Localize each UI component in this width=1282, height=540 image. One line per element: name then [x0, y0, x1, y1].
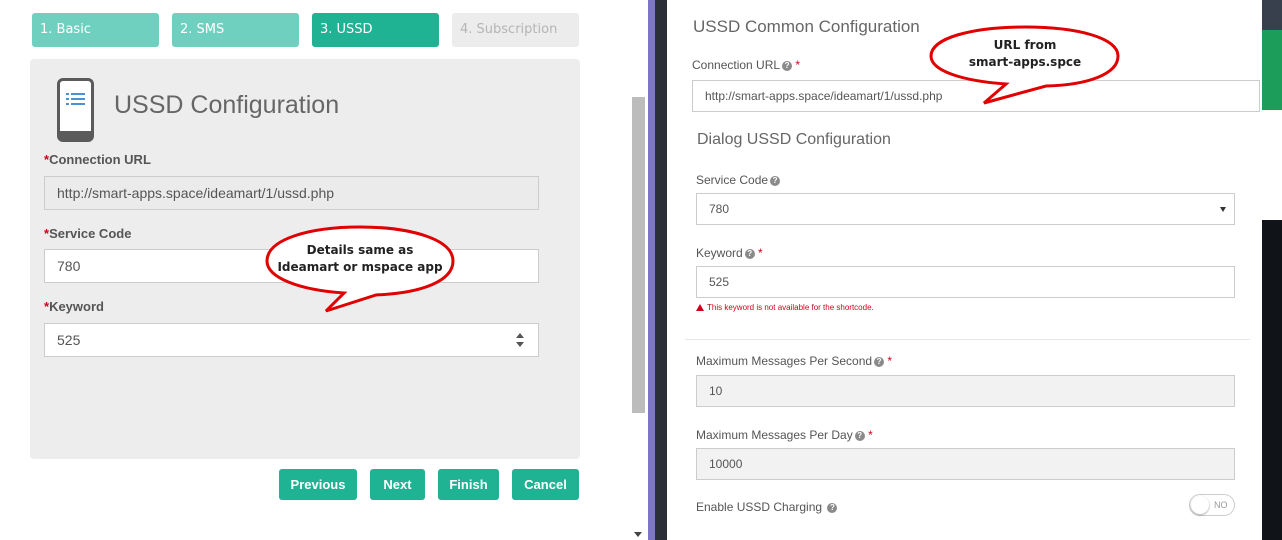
step-sms[interactable]: 2. SMS: [172, 13, 299, 47]
connection-url-input[interactable]: http://smart-apps.space/ideamart/1/ussd.…: [44, 176, 539, 210]
modal-connection-url-label: Connection URL? *: [692, 58, 801, 72]
card-title: USSD Configuration: [114, 91, 340, 119]
service-code-label: *Service Code: [44, 226, 132, 241]
step-basic[interactable]: 1. Basic: [32, 13, 159, 47]
callout-url-line2: smart-apps.spce: [968, 55, 1082, 69]
help-circle-icon[interactable]: ?: [770, 176, 781, 186]
toggle-knob: [1191, 496, 1209, 514]
number-spinner-icon[interactable]: [515, 333, 524, 347]
ussd-charging-toggle[interactable]: NO: [1189, 494, 1235, 516]
previous-button[interactable]: Previous: [279, 469, 357, 500]
background-app-right: [1262, 0, 1282, 540]
mobile-list-icon: [57, 78, 94, 142]
modal-keyword-label: Keyword? *: [696, 246, 763, 260]
step-ussd[interactable]: 3. USSD: [312, 13, 439, 47]
ussd-config-modal: USSD Common Configuration Connection URL…: [667, 0, 1262, 540]
max-per-second-label: Maximum Messages Per Second? *: [696, 354, 893, 368]
warning-triangle-icon: [696, 304, 704, 311]
dialog-config-title: Dialog USSD Configuration: [697, 131, 891, 148]
callout-details-line2: Ideamart or mspace app: [277, 260, 443, 274]
max-per-day-input[interactable]: 10000: [696, 448, 1235, 480]
connection-url-label: *Connection URL: [44, 152, 151, 167]
help-circle-icon[interactable]: ?: [782, 61, 793, 71]
callout-url: URL from smart-apps.spce: [928, 24, 1122, 106]
next-button[interactable]: Next: [370, 469, 425, 500]
help-circle-icon[interactable]: ?: [874, 357, 885, 367]
wizard-panel: 1. Basic 2. SMS 3. USSD 4. Subscription …: [0, 0, 606, 540]
help-circle-icon[interactable]: ?: [827, 503, 838, 513]
cancel-button[interactable]: Cancel: [512, 469, 579, 500]
finish-button[interactable]: Finish: [438, 469, 499, 500]
step-subscription[interactable]: 4. Subscription: [452, 13, 579, 47]
help-circle-icon[interactable]: ?: [854, 431, 865, 441]
help-circle-icon[interactable]: ?: [744, 249, 755, 259]
service-code-selected: 780: [709, 202, 730, 216]
modal-keyword-input[interactable]: 525: [696, 266, 1235, 298]
modal-service-code-select[interactable]: 780: [696, 193, 1235, 225]
keyword-error: This keyword is not available for the sh…: [696, 303, 874, 312]
scroll-down-arrow-icon[interactable]: [634, 532, 642, 537]
callout-details: Details same as Ideamart or mspace app: [264, 224, 456, 316]
max-per-second-input[interactable]: 10: [696, 375, 1235, 407]
modal-service-code-label: Service Code?: [696, 173, 781, 187]
callout-details-line1: Details same as: [306, 243, 414, 257]
max-per-day-label: Maximum Messages Per Day? *: [696, 428, 873, 442]
callout-url-line1: URL from: [993, 38, 1057, 52]
section-divider: [685, 339, 1250, 340]
divider-bar: [648, 0, 655, 540]
keyword-input[interactable]: 525: [44, 323, 539, 357]
keyword-value: 525: [57, 332, 81, 348]
chevron-down-icon: [1220, 207, 1226, 212]
keyword-label: *Keyword: [44, 299, 104, 314]
page-scrollbar[interactable]: [632, 97, 645, 413]
cropped-header-text: [60, 0, 160, 3]
ussd-charging-label: Enable USSD Charging ?: [696, 500, 838, 514]
toggle-state: NO: [1214, 500, 1228, 510]
modal-title: USSD Common Configuration: [693, 17, 920, 36]
